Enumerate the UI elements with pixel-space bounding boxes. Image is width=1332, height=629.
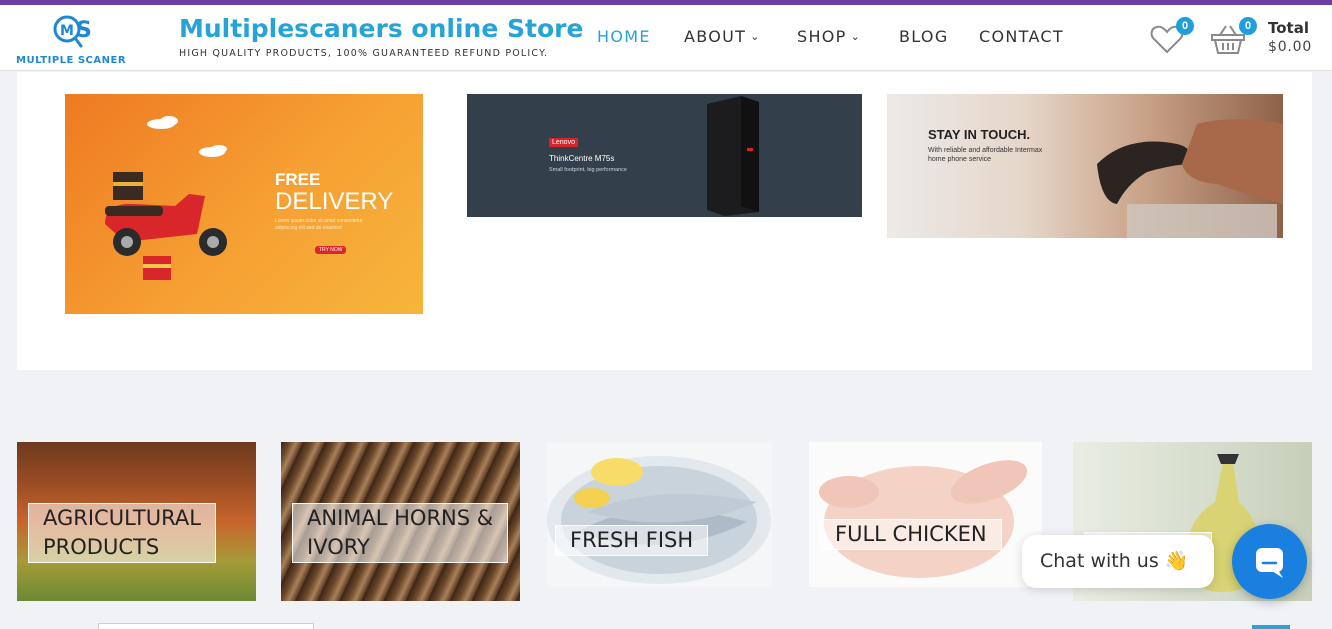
category-label: AGRICULTURAL PRODUCTS [28,503,216,563]
category-label: ANIMAL HORNS & IVORY [292,503,509,563]
raw-chicken-illustration-icon [819,460,1028,578]
nav-about-label: ABOUT [684,27,747,46]
cart-count-badge: 0 [1239,17,1257,35]
category-label-line: FULL CHICKEN [835,522,987,546]
category-full-chicken[interactable]: FULL CHICKEN [809,442,1042,587]
delivery-headline-2: DELIVERY [275,188,394,215]
nav-blog-label: BLOG [899,27,949,46]
brand-tagline: HIGH QUALITY PRODUCTS, 100% GUARANTEED R… [179,48,549,59]
free-delivery-banner[interactable]: FREE DELIVERY Lorem ipsum dolor sit amet… [65,94,423,314]
svg-text:M: M [60,23,74,39]
wishlist-button[interactable]: 0 [1150,17,1194,55]
telephone-handset-icon [1097,119,1283,238]
nav-home-label: HOME [597,27,651,46]
cart-button[interactable]: 0 [1210,17,1257,55]
fish-plate-illustration-icon [547,456,771,584]
wishlist-count-badge: 0 [1176,17,1194,35]
category-label-line: IVORY [307,535,370,559]
site-header: M S MULTIPLE SCANER Multiplescaners onli… [0,5,1332,71]
nav-about[interactable]: ABOUT ⌄ [684,27,761,46]
category-agricultural-products[interactable]: AGRICULTURAL PRODUCTS [17,442,256,601]
phone-banner-title: STAY IN TOUCH. [928,127,1031,142]
svg-text:S: S [76,18,92,43]
category-label: FULL CHICKEN [820,519,1002,550]
delivery-fine-print: Lorem ipsum dolor sit amet consectetur a… [275,218,363,231]
chat-launcher-button[interactable] [1232,524,1307,599]
chat-with-us-bubble[interactable]: Chat with us 👋 [1022,535,1214,588]
category-label: FRESH FISH [555,525,709,556]
nav-home[interactable]: HOME [597,27,651,46]
category-label-line: AGRICULTURAL [43,506,201,530]
site-logo[interactable]: M S MULTIPLE SCANER [14,13,134,67]
delivery-headline-1: FREE [275,170,321,189]
cart-total-label: Total [1268,19,1309,37]
category-label-line: FRESH FISH [570,528,694,552]
lenovo-banner[interactable]: Lenovo ThinkCentre M75s Small footprint,… [467,94,862,217]
nav-contact[interactable]: CONTACT [979,27,1064,46]
logo-text: MULTIPLE SCANER [16,55,127,66]
category-animal-horns-ivory[interactable]: ANIMAL HORNS & IVORY [281,442,520,601]
lenovo-logo: Lenovo [549,138,578,147]
chevron-down-icon: ⌄ [750,30,761,43]
nav-contact-label: CONTACT [979,27,1064,46]
chevron-down-icon: ⌄ [850,30,862,43]
scroll-indicator[interactable] [1252,625,1290,629]
waving-hand-icon: 👋 [1164,550,1189,572]
category-label-line: ANIMAL HORNS & [307,506,494,530]
nav-shop[interactable]: SHOP ⌄ [797,27,861,46]
brand-title[interactable]: Multiplescaners online Store [179,14,583,43]
ms-logo-icon: M S [53,15,92,48]
nav-blog[interactable]: BLOG [899,27,949,46]
phone-banner-subtitle: With reliable and affordable Intermax ho… [928,147,1043,163]
desktop-tower-icon [707,96,759,216]
chat-label: Chat with us [1040,550,1159,572]
chat-bubble-icon [1256,548,1283,578]
try-now-button[interactable]: TRY NOW [315,246,347,254]
lenovo-tagline: Small footprint, big performance [549,167,627,173]
partial-below-fold-box [98,623,314,629]
category-fresh-fish[interactable]: FRESH FISH [547,442,772,587]
category-label-line: PRODUCTS [43,535,160,559]
nav-shop-label: SHOP [797,27,847,46]
phone-service-banner[interactable]: STAY IN TOUCH. With reliable and afforda… [887,94,1283,238]
cart-total-value: $0.00 [1268,39,1313,55]
lenovo-model: ThinkCentre M75s [549,154,615,163]
